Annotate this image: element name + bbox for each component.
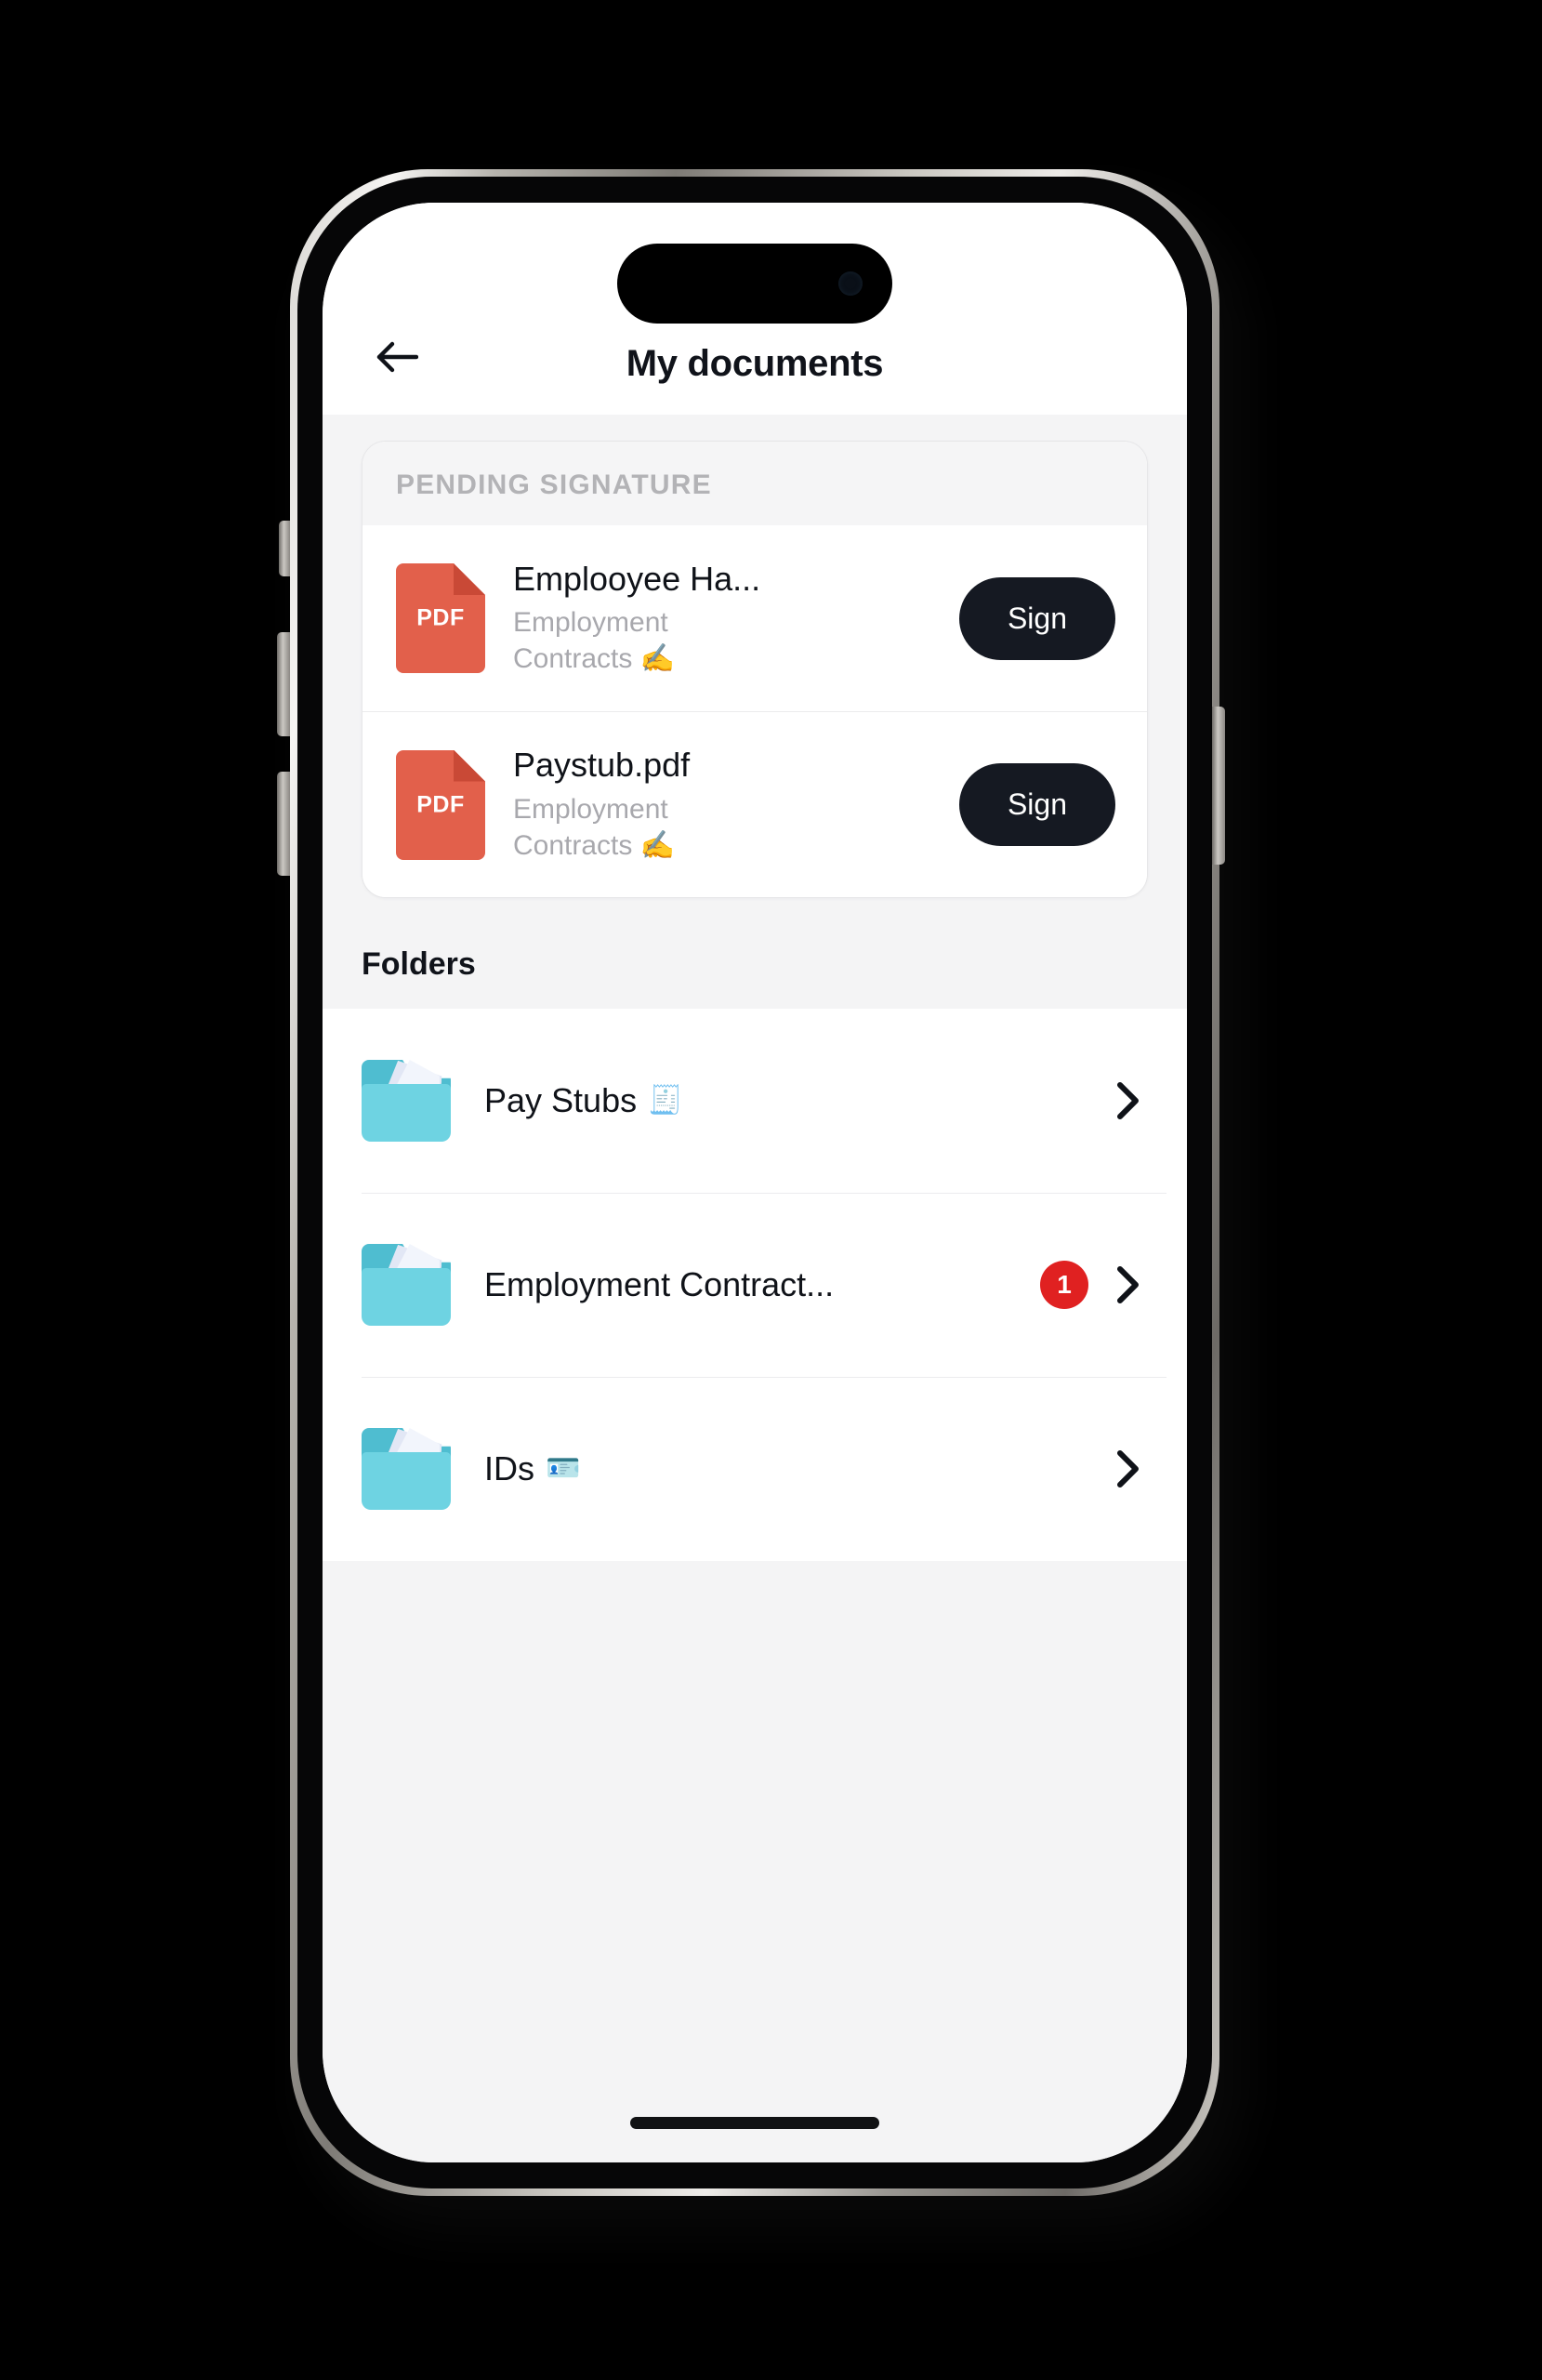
folder-row-ids[interactable]: IDs 🪪 [323,1377,1187,1561]
folder-icon [362,1244,451,1326]
folder-name: Employment Contract... [484,1265,835,1303]
pending-document-name: Emplooyee Ha... [513,559,761,598]
dynamic-island [617,244,892,324]
page-title: My documents [626,343,884,384]
pending-document-subtitle: Employment Contracts ✍️ [513,607,676,675]
silent-switch[interactable] [279,521,290,576]
pdf-icon-label: PDF [416,791,465,817]
back-button[interactable] [363,324,430,390]
volume-up-button[interactable] [277,632,290,736]
sign-button[interactable]: Sign [958,763,1115,846]
pdf-file-icon: PDF [396,563,485,673]
pending-document-row[interactable]: PDF Paystub.pdf Employment Contracts ✍️ … [362,711,1147,897]
volume-down-button[interactable] [277,772,290,876]
folders-section-title: Folders [362,946,476,982]
home-indicator[interactable] [630,2117,879,2129]
folder-icon [362,1060,451,1142]
folder-label: Pay Stubs 🧾 [484,1081,1109,1120]
pdf-icon-label: PDF [416,604,465,631]
folder-label: IDs 🪪 [484,1449,1109,1488]
page-content: PENDING SIGNATURE PDF Emplooyee Ha... Em… [323,415,1187,2162]
folder-name: Pay Stubs [484,1081,638,1119]
sign-button[interactable]: Sign [958,576,1115,660]
arrow-left-icon [376,338,418,376]
pending-document-row[interactable]: PDF Emplooyee Ha... Employment Contracts… [362,525,1147,711]
receipt-icon: 🧾 [648,1085,683,1116]
screenshot-stage: My documents PENDING SIGNATURE PDF Emplo… [0,0,1542,2380]
phone-screen: My documents PENDING SIGNATURE PDF Emplo… [323,203,1187,2162]
pending-signature-header: PENDING SIGNATURE [362,442,1147,525]
pending-signature-card: PENDING SIGNATURE PDF Emplooyee Ha... Em… [362,441,1148,898]
folder-label: Employment Contract... [484,1265,1040,1304]
pending-document-subtitle: Employment Contracts ✍️ [513,793,676,861]
id-card-icon: 🪪 [546,1453,581,1484]
folders-list: Pay Stubs 🧾 Employment Contract... 1 IDs… [323,1009,1187,1561]
pdf-file-icon: PDF [396,749,485,860]
folder-row-employment-contracts[interactable]: Employment Contract... 1 [323,1193,1187,1377]
front-camera-icon [838,271,863,296]
power-button[interactable] [1212,707,1225,865]
chevron-right-icon[interactable] [1109,1081,1148,1120]
folder-icon [362,1428,451,1510]
chevron-right-icon[interactable] [1109,1265,1148,1304]
folder-row-pay-stubs[interactable]: Pay Stubs 🧾 [323,1009,1187,1193]
pending-document-name: Paystub.pdf [513,746,691,785]
pending-document-meta: Paystub.pdf Employment Contracts ✍️ [513,746,959,863]
chevron-right-icon[interactable] [1109,1449,1148,1488]
status-badge: 1 [1040,1261,1088,1309]
folder-name: IDs [484,1449,534,1488]
pending-document-meta: Emplooyee Ha... Employment Contracts ✍️ [513,560,959,677]
